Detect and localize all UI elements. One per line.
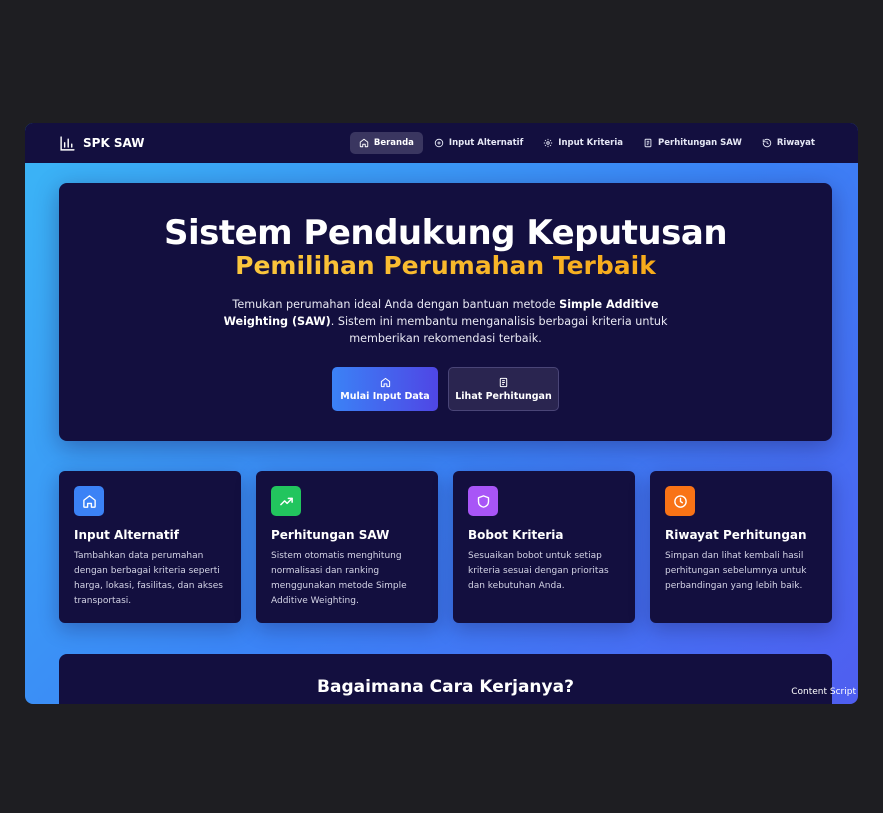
- home-icon: [380, 377, 390, 387]
- how-it-works-section: Bagaimana Cara Kerjanya?: [59, 654, 832, 704]
- feature-card-input-alternatif[interactable]: Input Alternatif Tambahkan data perumaha…: [59, 471, 241, 623]
- shield-icon: [477, 494, 489, 508]
- plus-circle-icon: [434, 138, 444, 148]
- card-icon-box: [468, 486, 498, 516]
- view-calculation-button[interactable]: Lihat Perhitungan: [448, 367, 559, 411]
- nav-item-perhitungan-saw[interactable]: Perhitungan SAW: [634, 132, 751, 154]
- brand-logo[interactable]: SPK SAW: [59, 135, 145, 152]
- hero-title: Sistem Pendukung Keputusan: [163, 213, 728, 253]
- card-icon-box: [74, 486, 104, 516]
- card-description: Sistem otomatis menghitung normalisasi d…: [271, 551, 407, 606]
- document-icon: [499, 377, 508, 387]
- gear-icon: [544, 138, 553, 148]
- card-icon-box: [271, 486, 301, 516]
- hero-desc-text-end: . Sistem ini membantu menganalisis berba…: [330, 315, 668, 345]
- nav-item-input-alternatif[interactable]: Input Alternatif: [425, 132, 532, 154]
- navbar: SPK SAW Beranda Input Alternatif Input K…: [25, 123, 858, 163]
- nav-menu: Beranda Input Alternatif Input Kriteria …: [349, 132, 824, 154]
- clock-icon: [673, 494, 687, 508]
- button-label: Lihat Perhitungan: [455, 390, 552, 402]
- feature-card-bobot-kriteria[interactable]: Bobot Kriteria Sesuaikan bobot untuk set…: [453, 471, 635, 623]
- card-title: Riwayat Perhitungan: [665, 528, 807, 542]
- feature-card-perhitungan-saw[interactable]: Perhitungan SAW Sistem otomatis menghitu…: [256, 471, 438, 623]
- hero-section: Sistem Pendukung Keputusan Pemilihan Per…: [59, 183, 832, 441]
- feature-card-riwayat-perhitungan[interactable]: Riwayat Perhitungan Simpan dan lihat kem…: [650, 471, 832, 623]
- card-title: Perhitungan SAW: [271, 528, 390, 542]
- nav-label: Perhitungan SAW: [658, 138, 742, 148]
- nav-item-input-kriteria[interactable]: Input Kriteria: [534, 132, 632, 154]
- card-description: Simpan dan lihat kembali hasil perhitung…: [665, 551, 807, 591]
- brand-name: SPK SAW: [83, 136, 145, 150]
- card-description: Sesuaikan bobot untuk setiap kriteria se…: [468, 551, 609, 591]
- trending-up-icon: [279, 497, 293, 505]
- card-title: Bobot Kriteria: [468, 528, 564, 542]
- home-icon: [359, 138, 369, 148]
- document-icon: [644, 138, 652, 148]
- hero-desc-text: Temukan perumahan ideal Anda dengan bant…: [232, 298, 560, 311]
- hero-subtitle: Pemilihan Perumahan Terbaik: [59, 251, 832, 280]
- nav-label: Input Kriteria: [558, 138, 624, 148]
- start-input-button[interactable]: Mulai Input Data: [332, 367, 438, 411]
- button-label: Mulai Input Data: [340, 390, 430, 402]
- card-icon-box: [665, 486, 695, 516]
- nav-item-riwayat[interactable]: Riwayat: [753, 132, 824, 154]
- hero-description: Temukan perumahan ideal Anda dengan bant…: [199, 296, 692, 347]
- nav-label: Riwayat: [776, 138, 815, 148]
- home-icon: [82, 494, 96, 508]
- card-description: Tambahkan data perumahan dengan berbagai…: [74, 551, 223, 606]
- section-title: Bagaimana Cara Kerjanya?: [317, 677, 574, 697]
- bar-chart-icon: [60, 135, 75, 151]
- history-icon: [762, 138, 771, 148]
- app-window: SPK SAW Beranda Input Alternatif Input K…: [25, 123, 858, 704]
- nav-label: Input Alternatif: [448, 138, 524, 148]
- nav-label: Beranda: [373, 138, 414, 148]
- content-script-label: Content Script: [791, 687, 856, 697]
- card-title: Input Alternatif: [74, 528, 179, 542]
- nav-item-beranda[interactable]: Beranda: [349, 132, 423, 154]
